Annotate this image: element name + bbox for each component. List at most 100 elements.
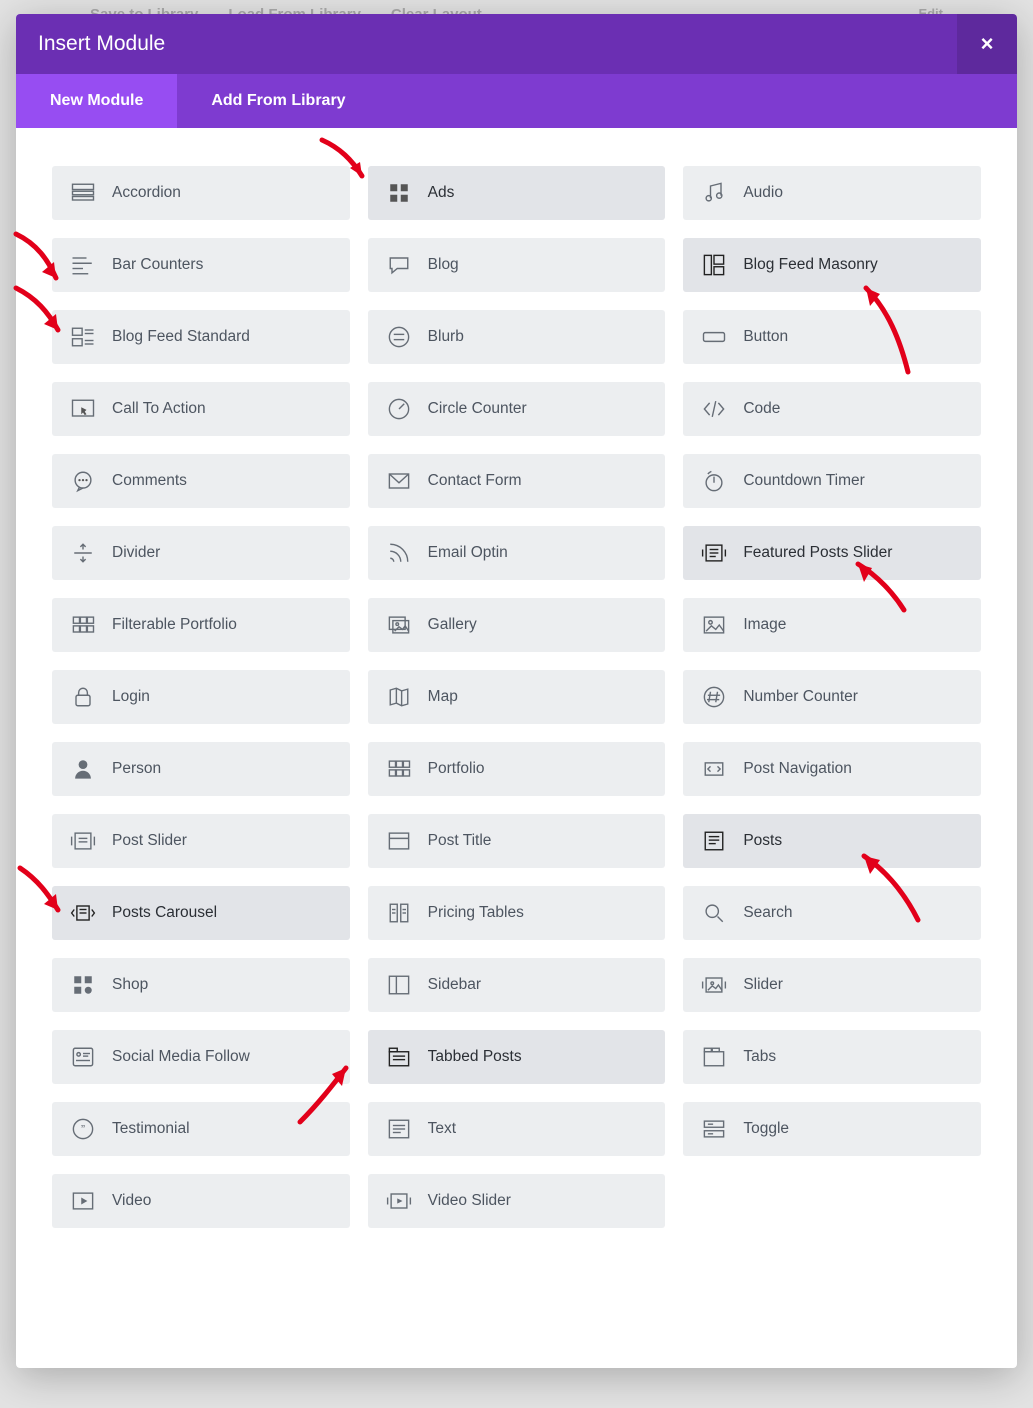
insert-module-modal: Insert Module × New Module Add From Libr… <box>16 14 1017 1368</box>
title-icon <box>382 824 416 858</box>
social-icon <box>66 1040 100 1074</box>
mail-icon <box>382 464 416 498</box>
module-label: Map <box>428 688 458 706</box>
module-search[interactable]: Search <box>683 886 981 940</box>
module-ads[interactable]: Ads <box>368 166 666 220</box>
module-person[interactable]: Person <box>52 742 350 796</box>
module-label: Toggle <box>743 1120 789 1138</box>
svg-text:”: ” <box>81 1122 85 1136</box>
module-testimonial[interactable]: ” Testimonial <box>52 1102 350 1156</box>
module-code[interactable]: Code <box>683 382 981 436</box>
module-video[interactable]: Video <box>52 1174 350 1228</box>
close-button[interactable]: × <box>957 14 1017 74</box>
hash-icon <box>697 680 731 714</box>
quote-icon: ” <box>66 1112 100 1146</box>
module-label: Countdown Timer <box>743 472 864 490</box>
module-gallery[interactable]: Gallery <box>368 598 666 652</box>
posts-icon <box>697 824 731 858</box>
module-blog-feed-masonry[interactable]: Blog Feed Masonry <box>683 238 981 292</box>
module-label: Image <box>743 616 786 634</box>
text-icon <box>382 1112 416 1146</box>
module-label: Testimonial <box>112 1120 190 1138</box>
accordion-icon <box>66 176 100 210</box>
button-icon <box>697 320 731 354</box>
module-label: Button <box>743 328 788 346</box>
module-label: Blog Feed Standard <box>112 328 250 346</box>
module-filterable-portfolio[interactable]: Filterable Portfolio <box>52 598 350 652</box>
person-icon <box>66 752 100 786</box>
map-icon <box>382 680 416 714</box>
module-image[interactable]: Image <box>683 598 981 652</box>
module-label: Audio <box>743 184 783 202</box>
module-post-navigation[interactable]: Post Navigation <box>683 742 981 796</box>
module-blog[interactable]: Blog <box>368 238 666 292</box>
gauge-icon <box>382 392 416 426</box>
grid6-icon <box>66 608 100 642</box>
rss-icon <box>382 536 416 570</box>
modal-title: Insert Module <box>38 32 165 56</box>
module-label: Video <box>112 1192 151 1210</box>
module-posts[interactable]: Posts <box>683 814 981 868</box>
module-contact-form[interactable]: Contact Form <box>368 454 666 508</box>
timer-icon <box>697 464 731 498</box>
module-label: Sidebar <box>428 976 481 994</box>
module-email-optin[interactable]: Email Optin <box>368 526 666 580</box>
sidebar-icon <box>382 968 416 1002</box>
module-tabbed-posts[interactable]: Tabbed Posts <box>368 1030 666 1084</box>
module-label: Gallery <box>428 616 477 634</box>
module-posts-carousel[interactable]: Posts Carousel <box>52 886 350 940</box>
module-login[interactable]: Login <box>52 670 350 724</box>
module-circle-counter[interactable]: Circle Counter <box>368 382 666 436</box>
module-label: Circle Counter <box>428 400 527 418</box>
module-label: Contact Form <box>428 472 522 490</box>
tab-new-module[interactable]: New Module <box>16 74 177 128</box>
module-toggle[interactable]: Toggle <box>683 1102 981 1156</box>
nav-icon <box>697 752 731 786</box>
module-audio[interactable]: Audio <box>683 166 981 220</box>
module-map[interactable]: Map <box>368 670 666 724</box>
code-icon <box>697 392 731 426</box>
module-shop[interactable]: Shop <box>52 958 350 1012</box>
module-slider[interactable]: Slider <box>683 958 981 1012</box>
module-label: Call To Action <box>112 400 206 418</box>
module-video-slider[interactable]: Video Slider <box>368 1174 666 1228</box>
module-label: Bar Counters <box>112 256 203 274</box>
module-grid: Accordion Ads Audio Bar Counters Blog Blog Fe… <box>52 166 981 1228</box>
picture-icon <box>697 608 731 642</box>
module-button[interactable]: Button <box>683 310 981 364</box>
module-pricing-tables[interactable]: Pricing Tables <box>368 886 666 940</box>
module-text[interactable]: Text <box>368 1102 666 1156</box>
module-number-counter[interactable]: Number Counter <box>683 670 981 724</box>
module-label: Blog Feed Masonry <box>743 256 877 274</box>
module-comments[interactable]: Comments <box>52 454 350 508</box>
module-blog-feed-standard[interactable]: Blog Feed Standard <box>52 310 350 364</box>
masonry-icon <box>697 248 731 282</box>
module-sidebar[interactable]: Sidebar <box>368 958 666 1012</box>
module-call-to-action[interactable]: Call To Action <box>52 382 350 436</box>
module-post-slider[interactable]: Post Slider <box>52 814 350 868</box>
module-label: Shop <box>112 976 148 994</box>
module-featured-posts-slider[interactable]: Featured Posts Slider <box>683 526 981 580</box>
module-tabs[interactable]: Tabs <box>683 1030 981 1084</box>
module-label: Post Navigation <box>743 760 852 778</box>
lock-icon <box>66 680 100 714</box>
comments-icon <box>66 464 100 498</box>
module-bar-counters[interactable]: Bar Counters <box>52 238 350 292</box>
module-post-title[interactable]: Post Title <box>368 814 666 868</box>
module-portfolio[interactable]: Portfolio <box>368 742 666 796</box>
module-countdown-timer[interactable]: Countdown Timer <box>683 454 981 508</box>
tab-add-from-library[interactable]: Add From Library <box>177 74 379 128</box>
modal-header: Insert Module × <box>16 14 1017 74</box>
module-accordion[interactable]: Accordion <box>52 166 350 220</box>
bars-icon <box>66 248 100 282</box>
modal-tabs: New Module Add From Library <box>16 74 1017 128</box>
module-label: Post Slider <box>112 832 187 850</box>
pricing-icon <box>382 896 416 930</box>
module-label: Filterable Portfolio <box>112 616 237 634</box>
module-label: Number Counter <box>743 688 858 706</box>
module-label: Blurb <box>428 328 464 346</box>
module-label: Blog <box>428 256 459 274</box>
module-social-media-follow[interactable]: Social Media Follow <box>52 1030 350 1084</box>
module-divider[interactable]: Divider <box>52 526 350 580</box>
module-blurb[interactable]: Blurb <box>368 310 666 364</box>
